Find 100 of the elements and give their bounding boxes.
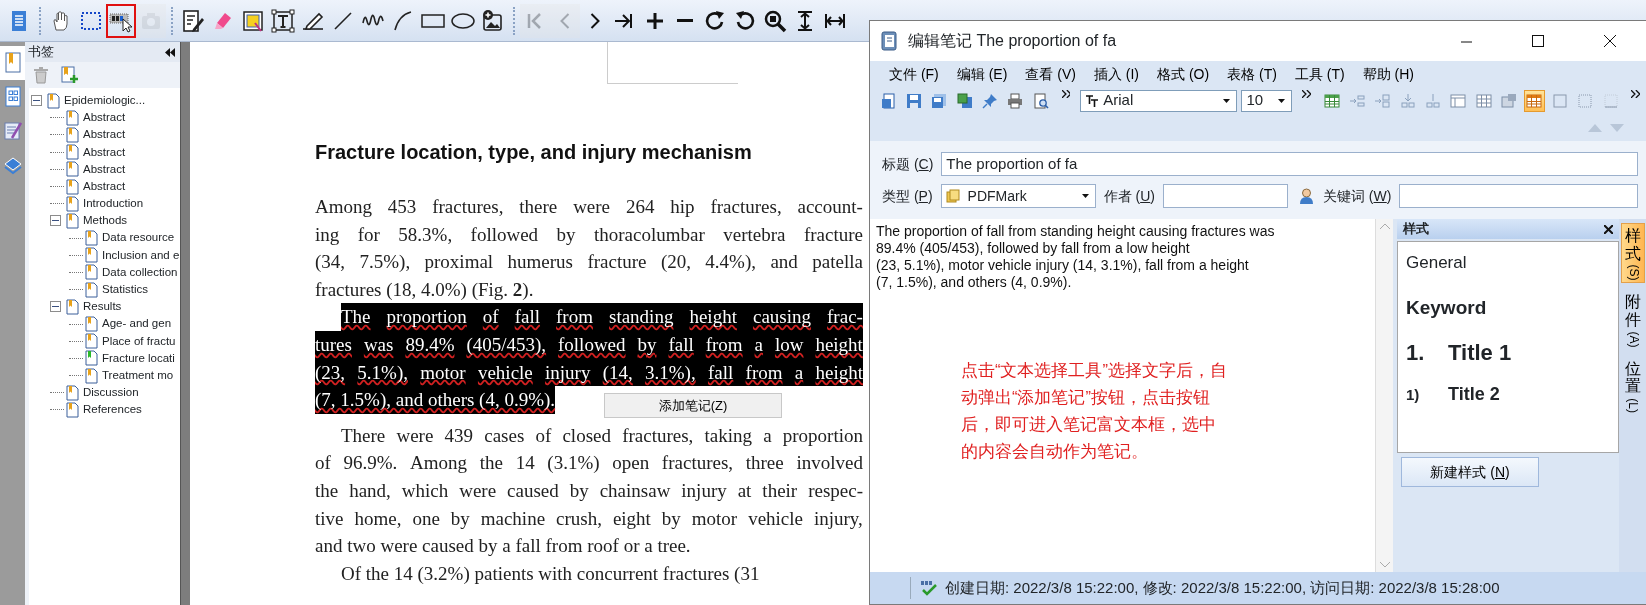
rotate-clockwise-icon xyxy=(703,8,727,33)
bookmark-item[interactable]: Place of fractu xyxy=(102,332,176,350)
bookmark-icon xyxy=(66,384,79,401)
bookmark-icon xyxy=(66,212,79,229)
scroll-down-icon xyxy=(1610,123,1624,132)
text-line: Of the 14 (3.2%) patients with concurrent fractures (31 xyxy=(340,561,761,586)
panel-tab[interactable] xyxy=(0,46,25,80)
bookmark-icon xyxy=(85,247,98,264)
table-grid-icon xyxy=(1475,92,1492,109)
panel-title: 书签 xyxy=(28,43,54,62)
save-icon xyxy=(906,92,923,109)
menu-item[interactable]: 文件 (F) xyxy=(880,63,948,85)
bookmark-item[interactable]: References xyxy=(83,401,142,419)
bookmark-icon xyxy=(85,367,98,384)
status-text: 创建日期: 2022/3/8 15:22:00, 修改: 2022/3/8 15:22:00, 访问日期: 2022/3/8 15:28:00 xyxy=(945,577,1500,598)
bookmark-item[interactable]: Statistics xyxy=(102,281,148,299)
field-label: 关键词 (W) xyxy=(1322,186,1392,206)
keywords-field[interactable] xyxy=(1399,184,1638,208)
bookmark-icon xyxy=(85,316,98,333)
insert-column-icon xyxy=(1374,92,1391,109)
double-chevron-left-icon xyxy=(165,47,175,57)
bookmark-item[interactable]: Abstract xyxy=(83,177,126,196)
add-note-button[interactable]: 添加笔记(Z) xyxy=(604,393,782,418)
tag-icon xyxy=(945,189,960,203)
border-dotted-icon xyxy=(1577,92,1594,109)
type-select[interactable]: PDFMark xyxy=(940,184,1096,208)
bookmark-icon xyxy=(66,178,79,195)
menu-item[interactable]: 表格 (T) xyxy=(1218,63,1286,85)
collapse-toggle[interactable] xyxy=(31,95,42,107)
menu-item[interactable]: 格式 (O) xyxy=(1148,63,1219,85)
bookmark-item[interactable]: Abstract xyxy=(83,160,126,178)
window-title: 编辑笔记 The proportion of fa xyxy=(908,31,1117,51)
bookmark-item[interactable]: Introduction xyxy=(83,195,144,213)
menu-item[interactable]: 查看 (V) xyxy=(1016,63,1085,85)
title-field[interactable]: The proportion of fa xyxy=(941,152,1638,176)
bookmark-item[interactable]: Abstract xyxy=(83,126,126,144)
bookmark-item[interactable]: Age- and gen xyxy=(102,315,172,333)
menu-item[interactable]: 工具 (T) xyxy=(1285,63,1354,85)
bookmark-icon xyxy=(85,264,98,281)
image-frame-icon xyxy=(241,8,265,33)
add-bookmark-icon xyxy=(61,66,79,84)
bookmark-item[interactable]: Inclusion and e xyxy=(102,246,180,264)
scrollbar[interactable] xyxy=(1375,219,1393,572)
new-style-button[interactable]: 新建样式 (N) xyxy=(1401,457,1539,487)
text-line: the hand, which were caused by chainsaw injury at their respec- xyxy=(315,478,863,503)
collapse-toggle[interactable] xyxy=(50,301,61,313)
bookmark-item[interactable]: Abstract xyxy=(83,109,126,127)
bookmark-icon xyxy=(47,92,60,109)
bookmark-icon xyxy=(66,109,79,126)
bookmark-item[interactable]: Data resource xyxy=(102,229,175,247)
style-item[interactable]: General xyxy=(1406,250,1467,276)
style-item[interactable]: Title 2 xyxy=(1448,381,1500,408)
panel-title: 样式 xyxy=(1403,220,1429,239)
author-field[interactable] xyxy=(1162,184,1288,208)
export-icon xyxy=(956,92,973,109)
bookmark-icon xyxy=(66,161,79,178)
list-number: 1) xyxy=(1406,385,1421,405)
bookmark-item[interactable]: Epidemiologic... xyxy=(64,91,146,110)
bookmark-item[interactable]: Treatment mo xyxy=(102,366,174,385)
font-size-select[interactable]: 10 xyxy=(1241,89,1293,112)
side-tab[interactable]: 位置 (L) xyxy=(1620,355,1645,417)
merge-cells-icon xyxy=(1425,92,1441,109)
chevron-up-icon xyxy=(1379,223,1390,229)
list-number: 1. xyxy=(1406,339,1426,367)
table-highlight-icon xyxy=(1526,92,1543,109)
bookmark-icon xyxy=(66,195,79,212)
bookmark-item[interactable]: Methods xyxy=(83,212,128,230)
bookmark-item[interactable]: Abstract xyxy=(83,143,126,161)
rectangle-icon xyxy=(421,13,445,28)
field-label: 标题 (C) xyxy=(882,154,934,174)
bookmark-icon xyxy=(85,281,98,298)
zoom-icon xyxy=(763,8,787,33)
bookmark-item[interactable]: Fracture locati xyxy=(102,349,175,368)
bookmark-item[interactable]: Results xyxy=(83,298,122,316)
note-editor[interactable] xyxy=(870,219,1375,572)
text-line: and two were caused by a fall from roof or a tree. xyxy=(315,534,692,559)
toolbar-button[interactable] xyxy=(106,3,136,38)
font-select[interactable]: Arial xyxy=(1080,89,1238,112)
font-icon xyxy=(1085,93,1100,108)
minus-icon xyxy=(677,19,693,22)
bookmark-item[interactable]: Data collection xyxy=(102,263,178,282)
field-label: 作者 (U) xyxy=(1103,186,1155,206)
bookmark-item[interactable]: Discussion xyxy=(83,384,139,402)
split-cells-icon xyxy=(1399,92,1416,109)
collapse-toggle[interactable] xyxy=(50,215,61,227)
side-tab[interactable]: 样式 (S) xyxy=(1620,223,1645,284)
print-icon xyxy=(1007,92,1024,109)
menu-item[interactable]: 插入 (I) xyxy=(1084,63,1148,85)
style-item[interactable]: Keyword xyxy=(1406,293,1487,322)
style-item[interactable]: Title 1 xyxy=(1448,336,1512,369)
overflow-chevron-icon xyxy=(1302,90,1311,98)
side-tab[interactable]: 附件 (A) xyxy=(1620,289,1645,350)
menu-item[interactable]: 帮助 (H) xyxy=(1353,63,1423,85)
caret-icon xyxy=(1278,98,1286,103)
fit-width-icon xyxy=(825,12,845,29)
text-line: (34, 7.5%), proximal humerus fracture (20, 4.4%), and patella xyxy=(315,250,863,275)
text-box-icon xyxy=(271,8,295,33)
border-bottom-icon xyxy=(1602,92,1619,109)
menu-item[interactable]: 编辑 (E) xyxy=(947,63,1017,85)
save-copy-icon xyxy=(931,92,948,109)
